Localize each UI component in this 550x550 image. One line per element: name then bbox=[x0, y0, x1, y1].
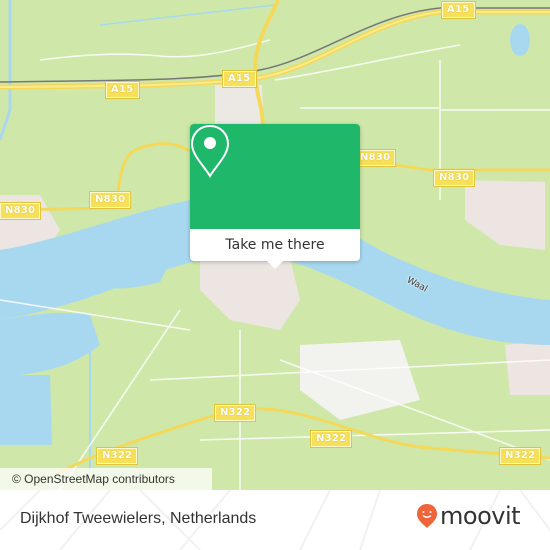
road-label-n830: N830 bbox=[353, 149, 397, 167]
river-arm bbox=[0, 312, 100, 375]
place-name: Dijkhof Tweewielers, Netherlands bbox=[20, 510, 257, 527]
road-label-n830: N830 bbox=[432, 169, 476, 187]
urban-area bbox=[465, 180, 545, 250]
popup-header bbox=[190, 124, 360, 229]
moovit-logo[interactable]: moovit bbox=[416, 502, 521, 530]
location-pin-icon bbox=[190, 124, 230, 178]
moovit-wordmark: moovit bbox=[440, 502, 521, 530]
canal bbox=[0, 0, 12, 141]
location-popup: Take me there bbox=[190, 124, 360, 269]
road-label-n830: N830 bbox=[88, 191, 132, 209]
motorway-a15 bbox=[0, 9, 550, 90]
road-label-n322: N322 bbox=[95, 447, 139, 465]
canal bbox=[99, 4, 276, 26]
road-n322 bbox=[54, 406, 550, 477]
road-label-a15: A15 bbox=[441, 1, 476, 19]
footer-bar: Dijkhof Tweewielers, Netherlands moovit bbox=[0, 490, 550, 550]
popup-pointer bbox=[267, 261, 283, 269]
urban-area bbox=[200, 255, 300, 330]
road-label-a15: A15 bbox=[222, 70, 257, 88]
lake bbox=[0, 375, 52, 445]
road-label-n830: N830 bbox=[0, 202, 42, 220]
road-label-n322: N322 bbox=[498, 447, 542, 465]
farm-area bbox=[300, 340, 420, 420]
railway bbox=[0, 7, 550, 83]
pond bbox=[510, 24, 530, 56]
moovit-smile-pin-icon bbox=[417, 504, 437, 528]
urban-area bbox=[505, 340, 550, 395]
map-attribution[interactable]: © OpenStreetMap contributors bbox=[0, 468, 212, 490]
road-label-a15: A15 bbox=[105, 81, 140, 99]
road-label-n322: N322 bbox=[309, 430, 353, 448]
map-view[interactable]: A15 A15 A15 N830 N830 N830 N830 N322 N32… bbox=[0, 0, 550, 490]
take-me-there-button[interactable]: Take me there bbox=[190, 229, 360, 261]
road-label-n322: N322 bbox=[213, 404, 257, 422]
